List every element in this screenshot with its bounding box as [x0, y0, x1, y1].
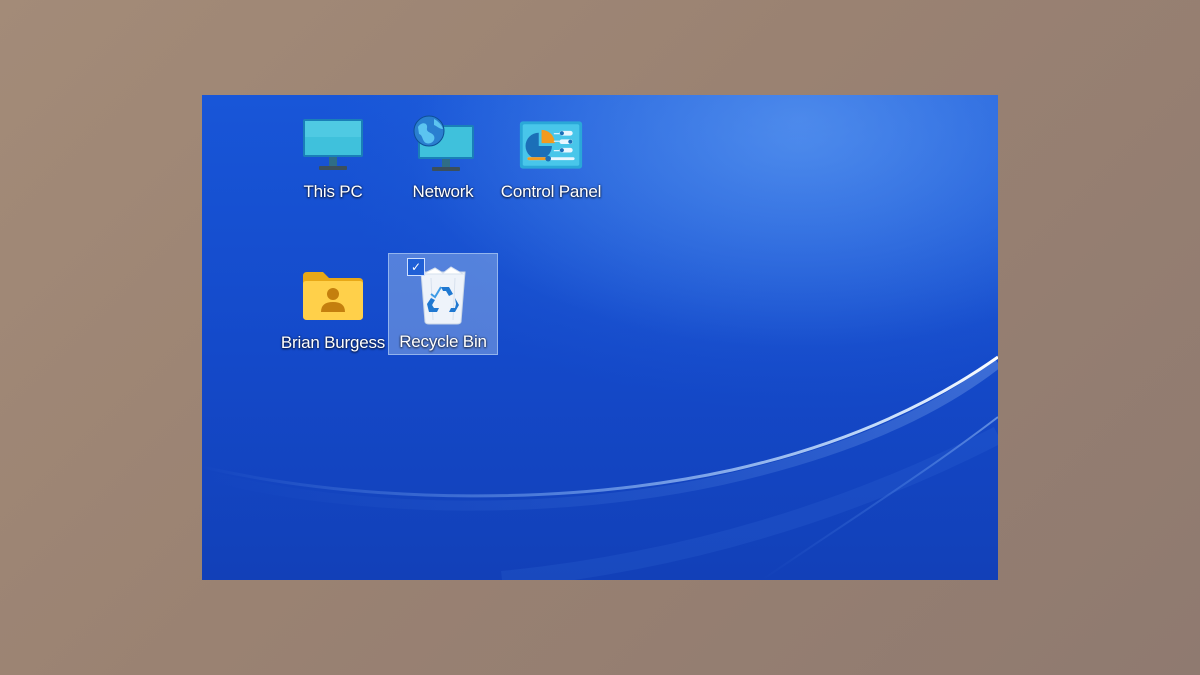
monitor-icon — [300, 114, 366, 176]
desktop-icon-control-panel[interactable]: Control Panel — [496, 103, 606, 205]
desktop-icon-network[interactable]: Network — [388, 103, 498, 205]
selection-checkbox[interactable]: ✓ — [407, 258, 425, 276]
desktop-icon-label: Control Panel — [500, 182, 602, 201]
desktop-icon-label: This PC — [303, 182, 363, 201]
desktop-icon-label: Recycle Bin — [399, 332, 487, 351]
desktop-icon-user-folder[interactable]: Brian Burgess — [278, 254, 388, 356]
desktop-wallpaper[interactable]: This PC Network Control Panel Brian Burg… — [202, 95, 998, 580]
desktop-icon-this-pc[interactable]: This PC — [278, 103, 388, 205]
user-folder-icon — [300, 265, 366, 327]
desktop-icon-recycle-bin[interactable]: ✓ Recycle Bin — [388, 253, 498, 355]
desktop-icon-label: Brian Burgess — [280, 333, 386, 352]
network-globe-icon — [410, 114, 476, 176]
desktop-icon-label: Network — [412, 182, 474, 201]
control-panel-icon — [518, 114, 584, 176]
